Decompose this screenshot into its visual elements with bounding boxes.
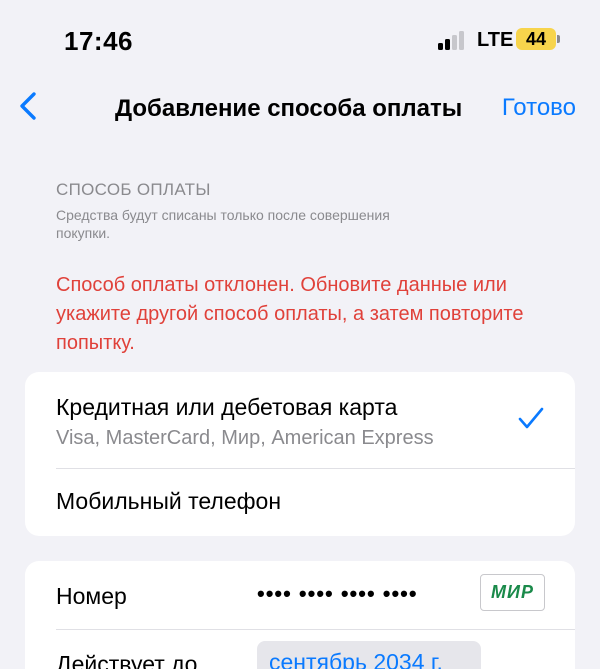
expiry-label: Действует до [56, 651, 198, 669]
section-header: СПОСОБ ОПЛАТЫ [56, 180, 211, 199]
expiry-picker-button[interactable]: сентябрь 2034 г. [257, 641, 481, 669]
signal-bar [438, 43, 443, 50]
network-type: LTE [477, 29, 514, 51]
status-time: 17:46 [64, 26, 133, 56]
card-number-row[interactable]: Номер •••• •••• •••• •••• МИР [25, 561, 575, 629]
card-number-value[interactable]: •••• •••• •••• •••• [257, 581, 418, 607]
status-bar: 17:46 LTE 44 [0, 0, 600, 80]
signal-bar [452, 35, 457, 50]
payment-options-group: Кредитная или дебетовая карта Visa, Mast… [25, 372, 575, 536]
section-subtitle: Средства будут списаны только после сове… [56, 207, 390, 241]
battery-cap [557, 35, 560, 43]
card-details-group: Номер •••• •••• •••• •••• МИР Действует … [25, 561, 575, 669]
signal-icon [438, 30, 468, 50]
done-button[interactable]: Готово [502, 94, 576, 122]
chevron-left-icon [20, 92, 36, 120]
mir-logo-icon: МИР [480, 574, 545, 611]
back-button[interactable] [8, 84, 48, 128]
payment-option-title: Мобильный телефон [56, 488, 282, 514]
battery-icon: 44 [516, 28, 556, 50]
page-title: Добавление способа оплаты [115, 95, 463, 122]
navigation-bar: Добавление способа оплаты Готово [0, 80, 600, 136]
payment-option-card[interactable]: Кредитная или дебетовая карта Visa, Mast… [25, 372, 575, 468]
signal-bar [459, 31, 464, 50]
row-divider [56, 629, 575, 630]
payment-option-mobile[interactable]: Мобильный телефон [25, 469, 575, 536]
signal-bar [445, 39, 450, 50]
payment-option-subtitle: Visa, MasterCard, Мир, American Express [56, 427, 434, 449]
checkmark-icon [518, 407, 544, 429]
payment-option-title: Кредитная или дебетовая карта [56, 394, 398, 420]
error-message: Способ оплаты отклонен. Обновите данные … [56, 274, 524, 354]
card-number-label: Номер [56, 583, 127, 609]
